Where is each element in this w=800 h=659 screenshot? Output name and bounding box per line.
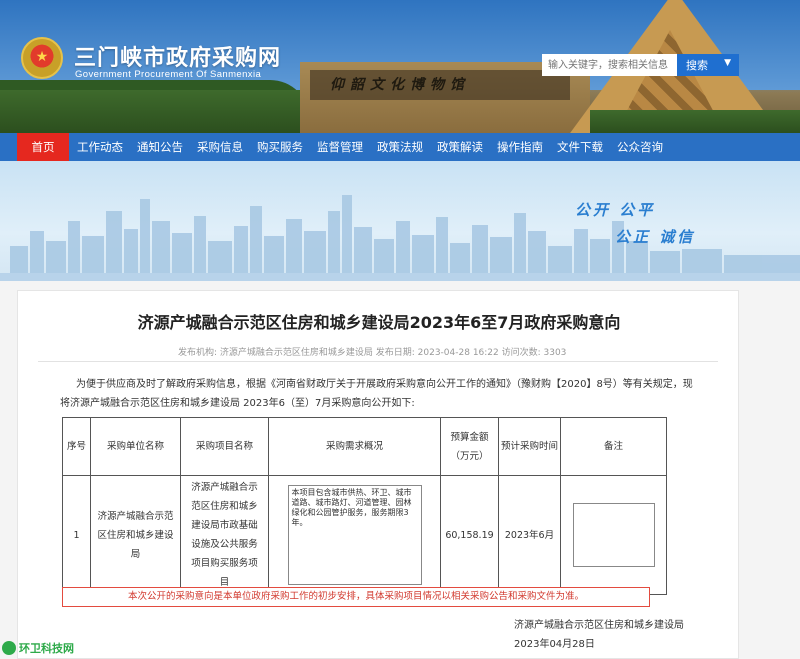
article-title: 济源产城融合示范区住房和城乡建设局2023年6至7月政府采购意向: [137, 313, 621, 332]
nav-item-purchase-services[interactable]: 购买服务: [254, 133, 306, 161]
cell-unit: 济源产城融合示范区住房和城乡建设局: [90, 475, 181, 595]
nav-item-work-news[interactable]: 工作动态: [74, 133, 126, 161]
notice-banner: 本次公开的采购意向是本单位政府采购工作的初步安排，具体采购项目情况以相关采购公告…: [62, 587, 650, 607]
col-header-index: 序号: [62, 417, 91, 476]
nav-item-downloads[interactable]: 文件下载: [554, 133, 606, 161]
nav-item-procurement-info[interactable]: 采购信息: [194, 133, 246, 161]
header-trees: [0, 90, 300, 133]
cell-index: 1: [62, 475, 91, 595]
main-nav: 首页 工作动态 通知公告 采购信息 购买服务 监督管理 政策法规 政策解读 操作…: [0, 133, 800, 161]
nav-item-notices[interactable]: 通知公告: [134, 133, 186, 161]
nav-item-policy-interpretation[interactable]: 政策解读: [434, 133, 486, 161]
leaf-logo-icon: [2, 641, 16, 655]
col-header-unit: 采购单位名称: [90, 417, 181, 476]
col-header-budget: 预算金额（万元）: [440, 417, 499, 476]
motto-line-2: 公正 诚信: [615, 228, 696, 246]
nav-item-policies[interactable]: 政策法规: [374, 133, 426, 161]
site-subtitle: Government Procurement Of Sanmenxia: [75, 69, 262, 80]
nav-item-home[interactable]: 首页: [17, 133, 69, 161]
chevron-down-icon: ▼: [724, 58, 731, 68]
divider: [38, 361, 718, 362]
cell-description: 本项目包含城市供热、环卫、城市道路、城市路灯、河道管理、园林绿化和公园管护服务，…: [268, 475, 441, 595]
signature-date: 2023年04月28日: [514, 639, 595, 650]
banner: 公开 公平 公正 诚信: [0, 161, 800, 281]
nav-item-guide[interactable]: 操作指南: [494, 133, 546, 161]
cell-project: 济源产城融合示范区住房和城乡建设局市政基础设施及公共服务项目购买服务项目: [180, 475, 269, 595]
search-button-label: 搜索: [686, 59, 708, 72]
search-button[interactable]: 搜索 ▼: [677, 54, 739, 76]
article-card: 济源产城融合示范区住房和城乡建设局2023年6至7月政府采购意向 发布机构: 济…: [17, 290, 739, 659]
watermark-text: 环卫科技网: [19, 642, 74, 655]
nav-item-supervision[interactable]: 监督管理: [314, 133, 366, 161]
cell-note: [560, 475, 667, 595]
watermark: 环卫科技网: [2, 640, 74, 656]
cell-budget: 60,158.19: [440, 475, 499, 595]
building-sign: 仰韶文化博物馆: [330, 77, 470, 93]
col-header-time: 预计采购时间: [498, 417, 561, 476]
signature-organization: 济源产城融合示范区住房和城乡建设局: [514, 620, 684, 631]
description-textarea[interactable]: 本项目包含城市供热、环卫、城市道路、城市路灯、河道管理、园林绿化和公园管护服务，…: [287, 485, 422, 585]
site-title[interactable]: 三门峡市政府采购网: [74, 40, 281, 72]
site-header: 仰韶文化博物馆 ★ 三门峡市政府采购网 Government Procureme…: [0, 0, 800, 133]
table-row: 1 济源产城融合示范区住房和城乡建设局 济源产城融合示范区住房和城乡建设局市政基…: [62, 475, 667, 595]
national-emblem-icon[interactable]: ★: [21, 37, 63, 79]
col-header-description: 采购需求概况: [268, 417, 441, 476]
article-meta: 发布机构: 济源产城融合示范区住房和城乡建设局 发布日期: 2023-04-28…: [178, 348, 567, 358]
search-input[interactable]: [542, 54, 677, 76]
procurement-intent-table: 序号 采购单位名称 采购项目名称 采购需求概况 预算金额（万元） 预计采购时间 …: [62, 417, 667, 595]
table-header-row: 序号 采购单位名称 采购项目名称 采购需求概况 预算金额（万元） 预计采购时间 …: [62, 417, 667, 476]
cell-time: 2023年6月: [498, 475, 561, 595]
col-header-project: 采购项目名称: [180, 417, 269, 476]
nav-item-public-consult[interactable]: 公众咨询: [614, 133, 666, 161]
article-intro: 为便于供应商及时了解政府采购信息，根据《河南省财政厅关于开展政府采购意向公开工作…: [60, 379, 693, 409]
note-textarea[interactable]: [572, 503, 655, 567]
col-header-note: 备注: [560, 417, 667, 476]
motto-line-1: 公开 公平: [575, 201, 656, 219]
